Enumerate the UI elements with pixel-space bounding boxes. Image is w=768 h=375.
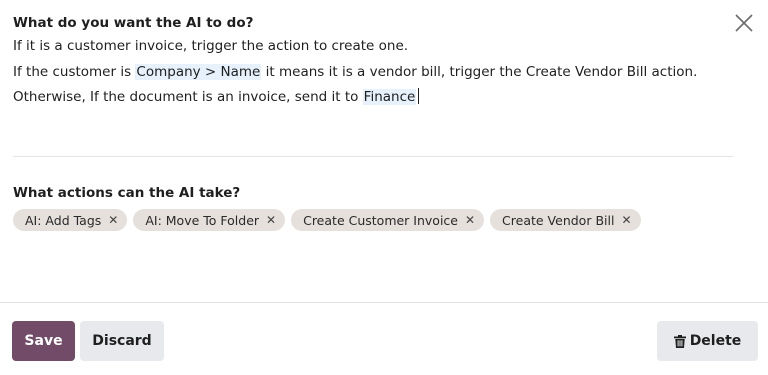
save-button[interactable]: Save [12,321,75,361]
close-icon [735,14,753,32]
prompt-section: What do you want the AI to do? If it is … [13,14,731,111]
prompt-editor[interactable]: If it is a customer invoice, trigger the… [13,34,731,111]
discard-button[interactable]: Discard [80,321,164,361]
actions-title: What actions can the AI take? [13,185,241,201]
action-tag-label: Create Customer Invoice [303,212,458,228]
remove-tag-icon[interactable]: ✕ [621,213,631,227]
trash-icon [673,334,686,348]
footer-divider [0,302,768,303]
action-tag-label: Create Vendor Bill [502,212,615,228]
action-tag[interactable]: Create Vendor Bill ✕ [490,209,641,231]
action-tag[interactable]: AI: Move To Folder ✕ [133,209,286,231]
action-tag-label: AI: Move To Folder [145,212,260,228]
prompt-title: What do you want the AI to do? [13,15,254,31]
remove-tag-icon[interactable]: ✕ [266,213,276,227]
text-cursor [418,88,420,104]
remove-tag-icon[interactable]: ✕ [465,213,475,227]
field-reference-finance[interactable]: Finance [362,89,417,105]
prompt-line-3: Otherwise, If the document is an invoice… [13,85,731,111]
prompt-line-2: If the customer is Company > Name it mea… [13,60,731,86]
prompt-line-2-end: it means it is a vendor bill, trigger th… [261,63,698,80]
prompt-line-2-start: If the customer is [13,63,136,80]
delete-button-label: Delete [689,333,742,349]
action-tag-label: AI: Add Tags [25,212,102,228]
prompt-line-3-start: Otherwise, If the document is an invoice… [13,89,363,105]
save-button-label: Save [24,333,63,349]
action-tag[interactable]: Create Customer Invoice ✕ [291,209,485,231]
delete-button[interactable]: Delete [657,321,758,361]
discard-button-label: Discard [92,333,152,349]
prompt-line-1: If it is a customer invoice, trigger the… [13,38,409,54]
action-tag[interactable]: AI: Add Tags ✕ [13,209,128,231]
remove-tag-icon[interactable]: ✕ [108,213,118,227]
ai-action-dialog: What do you want the AI to do? If it is … [0,0,768,375]
close-button[interactable] [734,13,754,33]
action-tags[interactable]: AI: Add Tags ✕ AI: Move To Folder ✕ Crea… [13,209,753,231]
section-divider [13,156,733,157]
field-reference-company-name[interactable]: Company > Name [135,63,262,80]
actions-section: What actions can the AI take? AI: Add Ta… [13,184,753,231]
